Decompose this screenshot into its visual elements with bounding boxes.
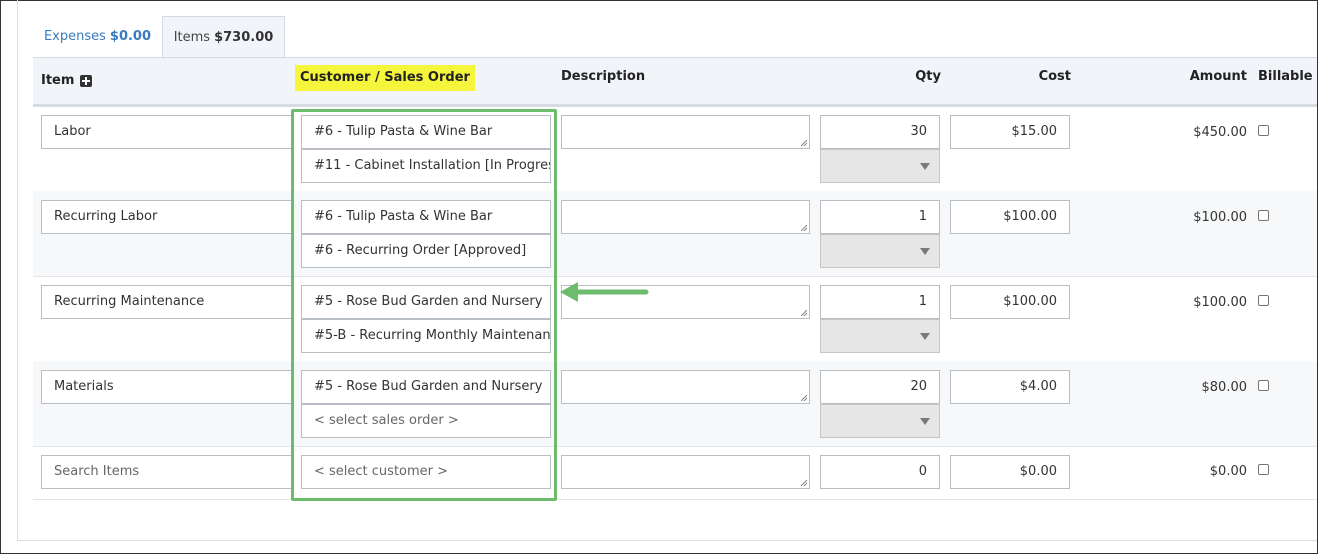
column-header-amount: Amount — [1189, 69, 1247, 84]
table-row: Labor #6 - Tulip Pasta & Wine Bar #11 - … — [33, 106, 1317, 192]
cost-input[interactable]: $4.00 — [950, 370, 1070, 404]
item-input[interactable]: Labor — [41, 115, 293, 149]
unit-select-disabled — [820, 149, 940, 183]
billable-checkbox[interactable] — [1258, 295, 1269, 306]
qty-input[interactable]: 20 — [820, 370, 940, 404]
qty-input[interactable]: 1 — [820, 285, 940, 319]
column-header-description: Description — [561, 69, 646, 84]
item-input[interactable]: Materials — [41, 370, 293, 404]
caret-down-icon — [920, 163, 930, 170]
cost-input[interactable]: $0.00 — [950, 455, 1070, 489]
billable-checkbox[interactable] — [1258, 125, 1269, 136]
annotation-arrow-icon — [560, 282, 649, 302]
item-input[interactable]: Recurring Labor — [41, 200, 293, 234]
caret-down-icon — [920, 333, 930, 340]
caret-down-icon — [920, 418, 930, 425]
highlight-box — [291, 109, 557, 501]
table-row: Recurring Labor #6 - Tulip Pasta & Wine … — [33, 191, 1317, 277]
caret-down-icon — [920, 248, 930, 255]
description-textarea[interactable] — [561, 200, 810, 234]
tab-expenses-amount: $0.00 — [109, 29, 152, 44]
column-header-cost: Cost — [1038, 69, 1071, 84]
table-row: Materials #5 - Rose Bud Garden and Nurse… — [33, 361, 1317, 447]
description-textarea[interactable] — [561, 115, 810, 149]
qty-input[interactable]: 30 — [820, 115, 940, 149]
billable-checkbox[interactable] — [1258, 380, 1269, 391]
panel-border-bottom — [17, 540, 1317, 541]
tab-expenses-label: Expenses — [43, 29, 106, 44]
search-items-input[interactable]: Search Items — [41, 455, 293, 489]
column-header-billable: Billable — [1258, 69, 1313, 84]
tab-expenses[interactable]: Expenses $0.00 — [33, 16, 162, 57]
row-amount: $450.00 — [1193, 125, 1247, 140]
column-header-customer: Customer / Sales Order — [295, 65, 475, 91]
column-header-item: Item — [41, 73, 75, 88]
description-textarea[interactable] — [561, 370, 810, 404]
tab-items-label: Items — [173, 30, 211, 45]
qty-input[interactable]: 0 — [820, 455, 940, 489]
column-header-qty: Qty — [915, 69, 941, 84]
item-input[interactable]: Recurring Maintenance — [41, 285, 293, 319]
billable-checkbox[interactable] — [1258, 210, 1269, 221]
new-item-row: Search Items < select customer > 0 $0.00… — [33, 446, 1317, 500]
row-amount: $0.00 — [1209, 464, 1247, 479]
unit-select-disabled — [820, 319, 940, 353]
row-amount: $100.00 — [1193, 295, 1247, 310]
add-item-icon[interactable] — [80, 75, 92, 87]
cost-input[interactable]: $100.00 — [950, 200, 1070, 234]
cost-input[interactable]: $15.00 — [950, 115, 1070, 149]
unit-select-disabled — [820, 234, 940, 268]
tab-items[interactable]: Items $730.00 — [162, 16, 285, 58]
panel-border-left — [17, 0, 18, 540]
table-row: Recurring Maintenance #5 - Rose Bud Gard… — [33, 276, 1317, 362]
unit-select-disabled — [820, 404, 940, 438]
description-textarea[interactable] — [561, 455, 810, 489]
cost-input[interactable]: $100.00 — [950, 285, 1070, 319]
qty-input[interactable]: 1 — [820, 200, 940, 234]
table-header: Item Customer / Sales Order Description … — [33, 57, 1317, 107]
tab-items-amount: $730.00 — [214, 30, 274, 45]
row-amount: $100.00 — [1193, 210, 1247, 225]
billable-checkbox[interactable] — [1258, 464, 1269, 475]
row-amount: $80.00 — [1201, 380, 1248, 395]
